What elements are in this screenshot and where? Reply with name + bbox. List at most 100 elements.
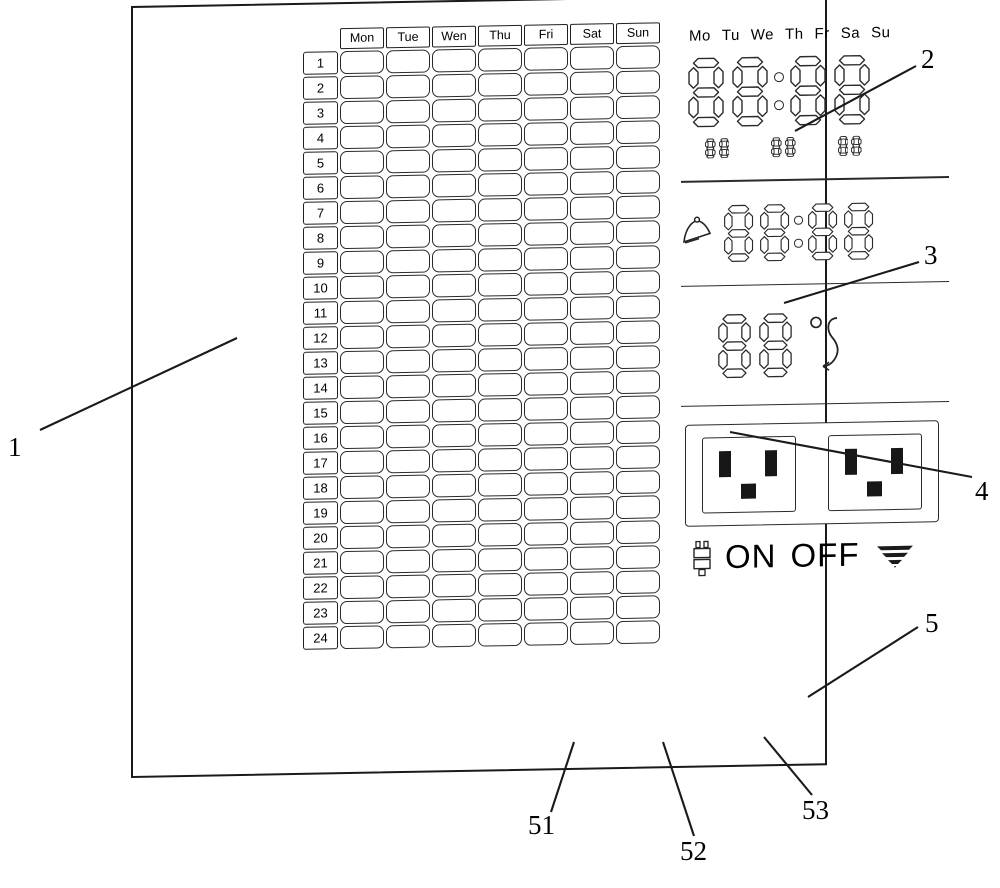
schedule-cell[interactable]: [616, 245, 660, 270]
schedule-cell[interactable]: [570, 471, 614, 495]
schedule-cell[interactable]: [478, 572, 522, 597]
schedule-cell[interactable]: [340, 200, 384, 225]
schedule-cell[interactable]: [616, 520, 660, 545]
schedule-cell[interactable]: [386, 224, 430, 249]
schedule-cell[interactable]: [340, 475, 384, 500]
schedule-cell[interactable]: [570, 46, 614, 70]
schedule-cell[interactable]: [432, 123, 476, 148]
schedule-cell[interactable]: [524, 71, 568, 96]
schedule-cell[interactable]: [478, 97, 522, 122]
schedule-cell[interactable]: [616, 95, 660, 120]
schedule-cell[interactable]: [386, 299, 430, 324]
schedule-cell[interactable]: [386, 74, 430, 99]
schedule-cell[interactable]: [524, 96, 568, 121]
schedule-cell[interactable]: [570, 171, 614, 195]
schedule-cell[interactable]: [478, 247, 522, 272]
schedule-cell[interactable]: [478, 447, 522, 472]
schedule-cell[interactable]: [570, 496, 614, 520]
schedule-cell[interactable]: [478, 472, 522, 497]
schedule-cell[interactable]: [478, 122, 522, 147]
schedule-cell[interactable]: [478, 422, 522, 447]
schedule-cell[interactable]: [616, 220, 660, 245]
schedule-cell[interactable]: [386, 99, 430, 124]
schedule-cell[interactable]: [432, 273, 476, 298]
schedule-cell[interactable]: [478, 147, 522, 172]
schedule-cell[interactable]: [524, 171, 568, 196]
schedule-cell[interactable]: [386, 424, 430, 449]
schedule-cell[interactable]: [616, 620, 660, 645]
schedule-cell[interactable]: [432, 48, 476, 73]
schedule-cell[interactable]: [340, 100, 384, 125]
schedule-cell[interactable]: [524, 46, 568, 71]
schedule-cell[interactable]: [478, 72, 522, 97]
schedule-cell[interactable]: [432, 98, 476, 123]
schedule-cell[interactable]: [432, 573, 476, 598]
schedule-cell[interactable]: [570, 71, 614, 95]
schedule-cell[interactable]: [386, 549, 430, 574]
schedule-cell[interactable]: [340, 350, 384, 375]
schedule-cell[interactable]: [386, 399, 430, 424]
schedule-cell[interactable]: [432, 248, 476, 273]
schedule-cell[interactable]: [432, 498, 476, 523]
schedule-cell[interactable]: [524, 221, 568, 246]
schedule-cell[interactable]: [478, 347, 522, 372]
schedule-cell[interactable]: [386, 249, 430, 274]
schedule-cell[interactable]: [478, 222, 522, 247]
schedule-cell[interactable]: [616, 545, 660, 570]
schedule-cell[interactable]: [340, 425, 384, 450]
schedule-cell[interactable]: [616, 120, 660, 145]
schedule-cell[interactable]: [524, 521, 568, 546]
schedule-cell[interactable]: [570, 121, 614, 145]
schedule-cell[interactable]: [478, 497, 522, 522]
schedule-cell[interactable]: [570, 396, 614, 420]
schedule-cell[interactable]: [570, 621, 614, 645]
schedule-cell[interactable]: [340, 125, 384, 150]
schedule-cell[interactable]: [616, 195, 660, 220]
schedule-cell[interactable]: [340, 600, 384, 625]
schedule-cell[interactable]: [478, 372, 522, 397]
schedule-cell[interactable]: [432, 73, 476, 98]
schedule-cell[interactable]: [616, 295, 660, 320]
schedule-cell[interactable]: [386, 124, 430, 149]
schedule-cell[interactable]: [524, 121, 568, 146]
schedule-cell[interactable]: [524, 296, 568, 321]
schedule-cell[interactable]: [616, 70, 660, 95]
schedule-cell[interactable]: [478, 272, 522, 297]
schedule-cell[interactable]: [478, 47, 522, 72]
schedule-cell[interactable]: [386, 599, 430, 624]
schedule-cell[interactable]: [386, 199, 430, 224]
schedule-cell[interactable]: [478, 322, 522, 347]
schedule-cell[interactable]: [432, 148, 476, 173]
schedule-cell[interactable]: [570, 421, 614, 445]
schedule-cell[interactable]: [478, 597, 522, 622]
schedule-cell[interactable]: [524, 496, 568, 521]
schedule-cell[interactable]: [386, 374, 430, 399]
schedule-cell[interactable]: [570, 196, 614, 220]
schedule-cell[interactable]: [432, 348, 476, 373]
schedule-cell[interactable]: [340, 300, 384, 325]
schedule-cell[interactable]: [524, 621, 568, 646]
schedule-cell[interactable]: [340, 75, 384, 100]
schedule-cell[interactable]: [616, 420, 660, 445]
schedule-cell[interactable]: [340, 150, 384, 175]
schedule-cell[interactable]: [616, 395, 660, 420]
schedule-cell[interactable]: [616, 170, 660, 195]
schedule-cell[interactable]: [524, 396, 568, 421]
schedule-cell[interactable]: [386, 324, 430, 349]
schedule-cell[interactable]: [570, 321, 614, 345]
schedule-cell[interactable]: [570, 246, 614, 270]
schedule-cell[interactable]: [386, 149, 430, 174]
schedule-cell[interactable]: [386, 49, 430, 74]
schedule-cell[interactable]: [386, 449, 430, 474]
schedule-cell[interactable]: [340, 325, 384, 350]
schedule-cell[interactable]: [340, 400, 384, 425]
schedule-cell[interactable]: [340, 175, 384, 200]
schedule-cell[interactable]: [524, 571, 568, 596]
schedule-cell[interactable]: [524, 421, 568, 446]
schedule-cell[interactable]: [386, 624, 430, 649]
schedule-cell[interactable]: [340, 50, 384, 75]
schedule-cell[interactable]: [570, 146, 614, 170]
schedule-cell[interactable]: [432, 448, 476, 473]
schedule-cell[interactable]: [616, 345, 660, 370]
schedule-cell[interactable]: [570, 221, 614, 245]
